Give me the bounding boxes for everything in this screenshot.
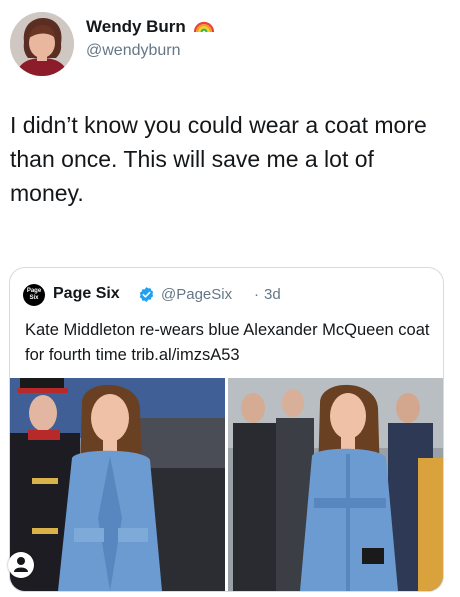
page-six-logo: Page Six bbox=[23, 284, 45, 306]
rainbow-icon bbox=[193, 21, 215, 33]
photo-left[interactable] bbox=[10, 378, 225, 591]
author-handle[interactable]: @wendyburn bbox=[86, 42, 181, 60]
author-name[interactable]: Wendy Burn bbox=[86, 17, 186, 37]
quoted-timestamp[interactable]: 3d bbox=[264, 286, 281, 303]
photo-right-image bbox=[228, 378, 443, 591]
quoted-tweet-text: Kate Middleton re-wears blue Alexander M… bbox=[25, 321, 430, 364]
quoted-account-name[interactable]: Page Six bbox=[53, 285, 120, 303]
photo-left-image bbox=[10, 378, 225, 591]
verified-icon bbox=[139, 287, 154, 302]
quoted-tweet-card[interactable]: Page Six Page Six @PageSix · 3d Kate Mid… bbox=[9, 267, 444, 592]
quoted-handle[interactable]: @PageSix bbox=[161, 286, 232, 303]
avatar[interactable] bbox=[10, 12, 74, 76]
page-six-logo-text: Page Six bbox=[26, 288, 42, 301]
tweet: Wendy Burn @wendyburn I didn’t know you … bbox=[0, 0, 460, 597]
avatar-photo bbox=[10, 12, 74, 76]
separator-dot: · bbox=[254, 286, 259, 303]
photo-right[interactable] bbox=[228, 378, 443, 591]
watermark-icon bbox=[8, 552, 34, 578]
tweet-text: I didn’t know you could wear a coat more… bbox=[10, 112, 427, 206]
